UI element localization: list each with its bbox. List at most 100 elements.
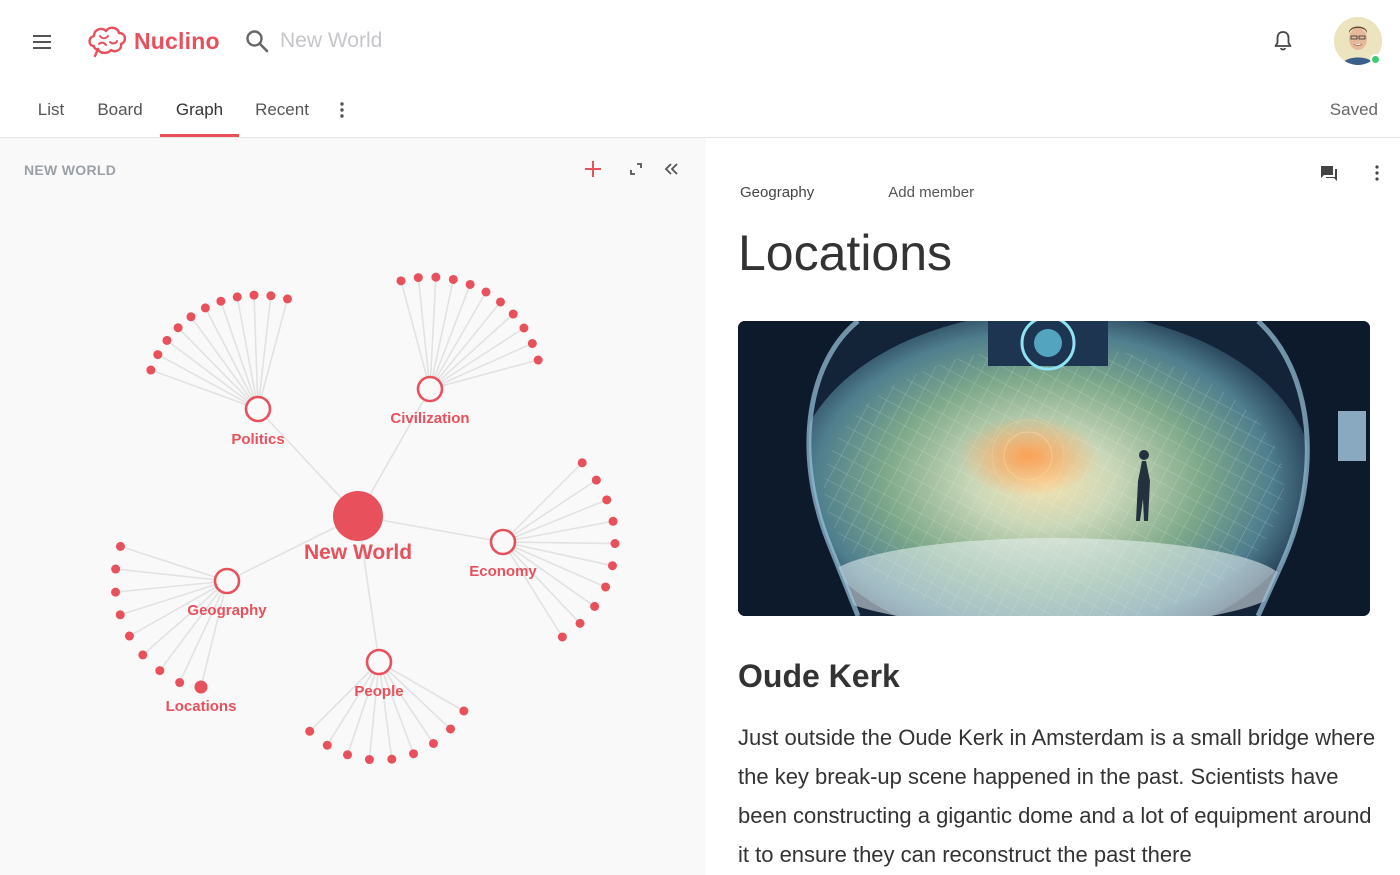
graph-leaf-node[interactable] — [590, 601, 600, 611]
city-dome-illustration — [738, 321, 1370, 616]
graph-leaf-node[interactable] — [153, 350, 163, 360]
tab-list[interactable]: List — [28, 82, 74, 137]
graph-hub-node[interactable] — [416, 375, 444, 403]
graph-edge — [502, 541, 616, 545]
collapse-panel-icon[interactable] — [661, 158, 683, 180]
graph-leaf-node[interactable] — [322, 740, 332, 750]
tab-graph[interactable]: Graph — [160, 82, 239, 137]
graph-leaf-node[interactable] — [364, 755, 374, 765]
graph-leaf-node[interactable] — [124, 631, 134, 641]
graph-leaf-node[interactable] — [232, 292, 242, 302]
graph-leaf-node[interactable] — [111, 564, 121, 574]
graph-leaf-node[interactable] — [508, 309, 518, 319]
graph-edge — [429, 291, 487, 390]
graph-node-label[interactable]: Civilization — [390, 410, 469, 427]
graph-hub-node[interactable] — [213, 567, 241, 595]
graph-leaf-node[interactable] — [527, 338, 537, 348]
active-tab-indicator — [160, 134, 239, 137]
graph-edge — [429, 327, 525, 390]
graph-edge — [159, 580, 228, 672]
graph-leaf-node[interactable] — [448, 274, 458, 284]
graph-node-label[interactable]: Economy — [469, 563, 537, 580]
graph-leaf-node[interactable] — [162, 335, 172, 345]
breadcrumb: Geography Add member — [740, 184, 1048, 201]
graph-edge — [257, 295, 272, 410]
graph-root-node[interactable] — [333, 491, 383, 541]
search-icon — [246, 30, 269, 53]
search-bar[interactable]: New World — [244, 25, 382, 57]
document-more-icon[interactable] — [1366, 162, 1388, 184]
graph-leaf-node[interactable] — [495, 297, 505, 307]
hamburger-menu-icon[interactable] — [28, 28, 56, 56]
graph-leaf-node[interactable] — [111, 587, 121, 597]
graph-leaf-node[interactable] — [266, 291, 276, 301]
graph-leaf-node[interactable] — [283, 294, 293, 304]
graph-leaf-node[interactable] — [607, 561, 617, 571]
graph-edge — [502, 499, 608, 543]
graph-node-label[interactable]: Geography — [187, 602, 267, 619]
expand-icon[interactable] — [625, 158, 647, 180]
view-tabs: List Board Graph Recent Saved — [0, 82, 1400, 138]
graph-selected-node[interactable] — [194, 680, 208, 694]
graph-leaf-node[interactable] — [409, 749, 419, 759]
section-heading[interactable]: Oude Kerk — [738, 658, 900, 695]
bell-icon[interactable] — [1270, 28, 1296, 54]
graph-leaf-node[interactable] — [146, 365, 156, 375]
graph-leaf-node[interactable] — [533, 355, 543, 365]
search-input[interactable]: New World — [280, 29, 382, 53]
comments-icon[interactable] — [1318, 162, 1340, 184]
graph-edge — [378, 661, 393, 760]
tab-board[interactable]: Board — [90, 82, 150, 137]
graph-edge — [429, 301, 502, 390]
graph-leaf-node[interactable] — [396, 276, 406, 286]
top-header: Nuclino New World — [0, 0, 1400, 82]
graph-leaf-node[interactable] — [431, 272, 441, 282]
breadcrumb-parent[interactable]: Geography — [740, 184, 814, 201]
graph-node-label[interactable]: Politics — [231, 431, 284, 448]
graph-node-label[interactable]: Locations — [166, 698, 237, 715]
graph-leaf-node[interactable] — [519, 323, 529, 333]
graph-leaf-node[interactable] — [175, 678, 185, 688]
graph-leaf-node[interactable] — [446, 724, 456, 734]
add-icon[interactable] — [582, 158, 604, 180]
graph-leaf-node[interactable] — [610, 539, 620, 549]
graph-leaf-node[interactable] — [428, 738, 438, 748]
graph-leaf-node[interactable] — [173, 323, 183, 333]
graph-leaf-node[interactable] — [186, 312, 196, 322]
graph-leaf-node[interactable] — [608, 516, 618, 526]
graph-leaf-node[interactable] — [115, 610, 125, 620]
graph-leaf-node[interactable] — [557, 632, 567, 642]
graph-edge — [257, 298, 289, 410]
more-vertical-icon[interactable] — [334, 100, 350, 120]
graph-node-label[interactable]: People — [354, 683, 403, 700]
graph-leaf-node[interactable] — [115, 541, 125, 551]
graph-leaf-node[interactable] — [459, 706, 469, 716]
add-member-button[interactable]: Add member — [888, 184, 974, 201]
graph-leaf-node[interactable] — [138, 650, 148, 660]
graph-leaf-node[interactable] — [216, 296, 226, 306]
graph-leaf-node[interactable] — [601, 582, 611, 592]
graph-root-label[interactable]: New World — [304, 541, 412, 564]
graph-hub-node[interactable] — [244, 395, 272, 423]
tab-recent[interactable]: Recent — [248, 82, 316, 137]
graph-hub-node[interactable] — [489, 528, 517, 556]
graph-leaf-node[interactable] — [342, 750, 352, 760]
app-logo[interactable]: Nuclino — [86, 22, 220, 60]
graph-leaf-node[interactable] — [305, 726, 315, 736]
graph-leaf-node[interactable] — [413, 273, 423, 283]
graph-leaf-node[interactable] — [387, 754, 397, 764]
graph-leaf-node[interactable] — [577, 458, 587, 468]
graph-leaf-node[interactable] — [591, 475, 601, 485]
graph-leaf-node[interactable] — [155, 666, 165, 676]
graph-edge — [400, 280, 431, 390]
graph-leaf-node[interactable] — [249, 290, 259, 300]
graph-leaf-node[interactable] — [602, 495, 612, 505]
graph-leaf-node[interactable] — [575, 618, 585, 628]
graph-canvas[interactable]: Politics Civilization Economy Geography Peop… — [0, 138, 706, 875]
graph-leaf-node[interactable] — [200, 303, 210, 313]
graph-hub-node[interactable] — [365, 648, 393, 676]
graph-leaf-node[interactable] — [465, 279, 475, 289]
graph-leaf-node[interactable] — [481, 287, 491, 297]
body-paragraph[interactable]: Just outside the Oude Kerk in Amsterdam … — [738, 718, 1378, 874]
page-title[interactable]: Locations — [738, 224, 952, 282]
